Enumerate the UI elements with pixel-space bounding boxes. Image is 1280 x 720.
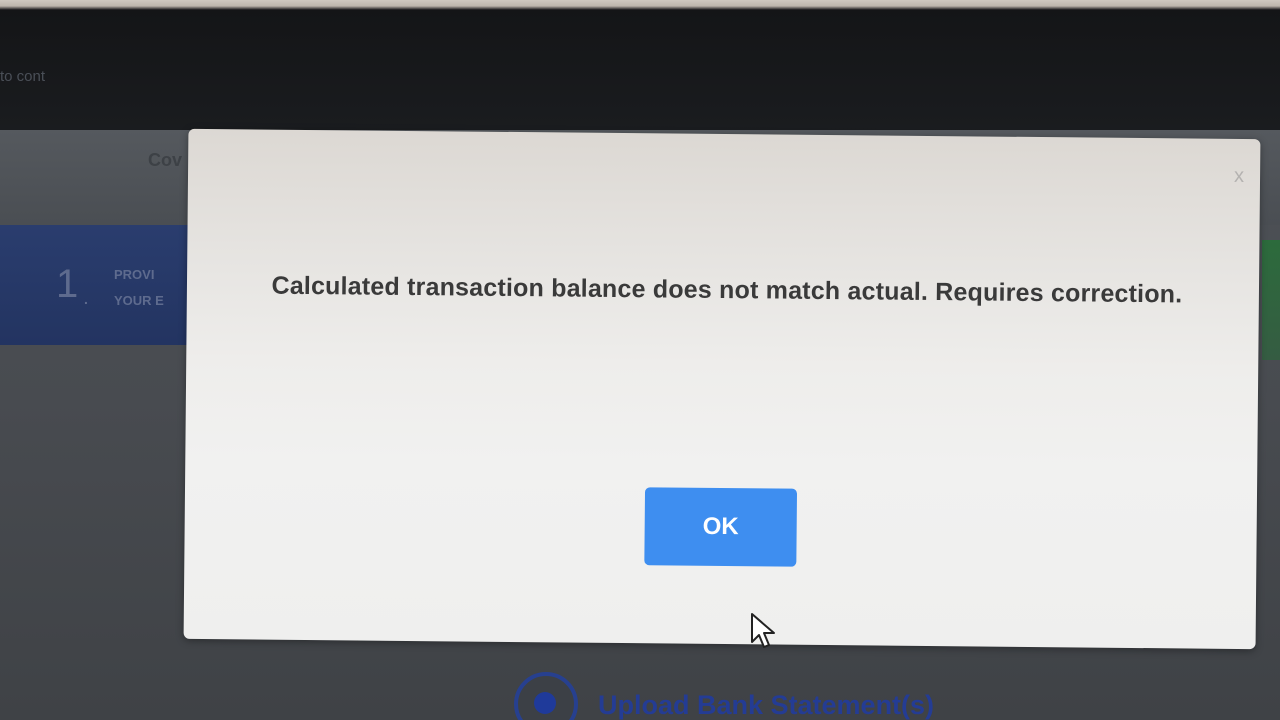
close-icon[interactable]: x: [1234, 165, 1244, 188]
mouse-pointer-icon: [751, 613, 775, 648]
step-label: PROVI YOUR E: [114, 262, 164, 314]
step-number: 1: [56, 262, 79, 306]
subheader-text: Cov: [148, 150, 183, 170]
header-link-text: to cont: [0, 68, 46, 85]
step-number-dot: .: [84, 291, 88, 307]
dialog-message: Calculated transaction balance does not …: [271, 271, 1183, 309]
page-header-dimmed: to cont: [0, 10, 1280, 130]
screen: to cont Cov 1 . PROVI YOUR E Upload Bank…: [0, 0, 1280, 720]
green-indicator: [1262, 240, 1280, 360]
ok-button[interactable]: OK: [644, 487, 798, 567]
step-label-line1: PROVI: [114, 267, 155, 282]
radio-dot: [534, 692, 556, 714]
upload-bank-statement-option[interactable]: Upload Bank Statement(s): [598, 690, 934, 720]
alert-dialog: x Calculated transaction balance does no…: [183, 128, 1261, 650]
step-label-line2: YOUR E: [114, 293, 164, 308]
